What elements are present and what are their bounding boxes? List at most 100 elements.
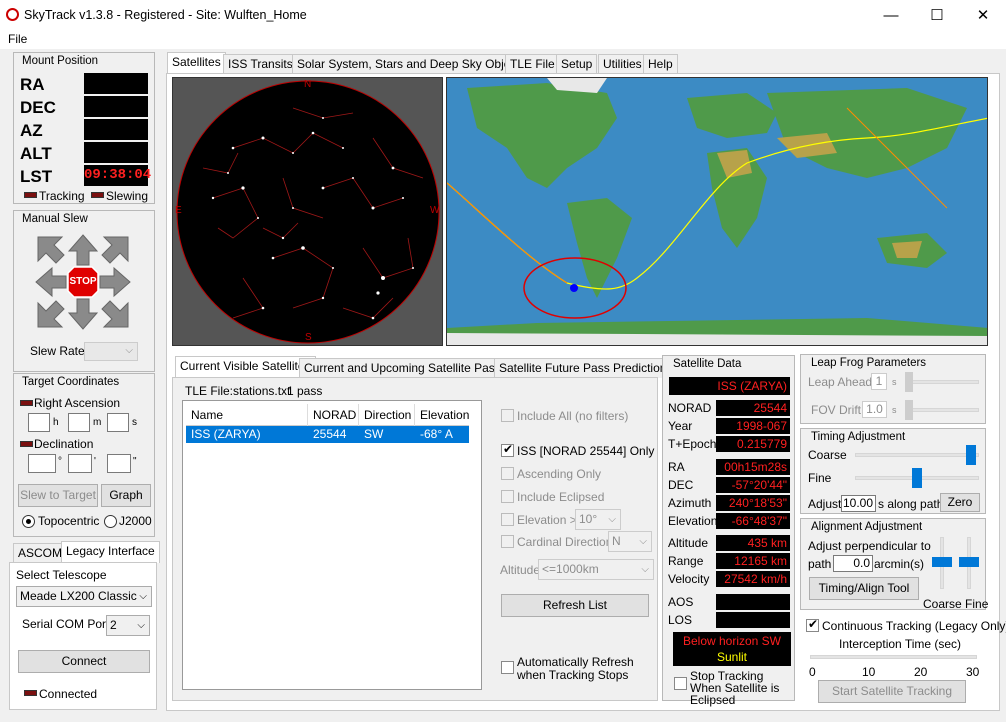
coarse-track: [855, 453, 979, 457]
header-norad[interactable]: NORAD: [313, 408, 356, 422]
visibility-status: Below horizon SW Sunlit: [673, 632, 791, 666]
ra-seconds-input[interactable]: [107, 413, 129, 432]
header-name[interactable]: Name: [191, 408, 223, 422]
com-port-select[interactable]: 2 ⌵: [106, 615, 150, 636]
menu-file[interactable]: File: [8, 32, 27, 46]
leap-ahead-slider[interactable]: [905, 372, 913, 392]
adjust-input[interactable]: 10.00: [841, 495, 876, 512]
telescope-select[interactable]: Meade LX200 Classic ⌵: [16, 586, 152, 607]
app-logo-icon: [6, 8, 19, 21]
connected-label: Connected: [39, 687, 98, 701]
norad-label: NORAD: [668, 401, 712, 415]
stop-button[interactable]: STOP: [67, 276, 99, 287]
interception-time-label: Interception Time (sec): [839, 637, 962, 651]
start-satellite-tracking-button[interactable]: Start Satellite Tracking: [818, 680, 966, 703]
tab-tle-file[interactable]: TLE File: [505, 54, 560, 74]
arrow-n-icon: [67, 234, 99, 266]
timing-align-tool-button[interactable]: Timing/Align Tool: [809, 577, 919, 600]
connect-button[interactable]: Connect: [18, 650, 150, 673]
slew-to-target-button[interactable]: Slew to Target: [18, 484, 98, 507]
graph-button[interactable]: Graph: [101, 484, 151, 507]
header-direction[interactable]: Direction: [364, 408, 411, 422]
adjust-perpendicular-label: Adjust perpendicular to: [808, 539, 931, 553]
iss-only-checkbox[interactable]: ✔: [501, 442, 514, 457]
coarse-slider[interactable]: [965, 445, 976, 465]
tab-future-predictions[interactable]: Satellite Future Pass Predictions: [494, 358, 678, 378]
cardinal-direction-checkbox[interactable]: [501, 535, 514, 548]
azimuth-label: Azimuth: [668, 496, 712, 510]
header-elevation[interactable]: Elevation: [420, 408, 469, 422]
dec-degrees-input[interactable]: [28, 454, 56, 473]
dec-arcsec-input[interactable]: [107, 454, 131, 473]
ra-label: RA: [20, 75, 45, 94]
tab-utilities[interactable]: Utilities: [598, 54, 647, 74]
include-all-checkbox[interactable]: [501, 409, 514, 422]
leap-ahead-unit: s: [892, 377, 897, 387]
path-input[interactable]: 0.0: [833, 555, 873, 572]
elevation-readout: -66°48'37": [716, 513, 790, 529]
tab-current-upcoming[interactable]: Current and Upcoming Satellite Passes: [299, 358, 519, 378]
continuous-tracking-checkbox[interactable]: ✔: [806, 617, 819, 632]
coarse-vertical-slider[interactable]: [932, 557, 952, 567]
refresh-list-button[interactable]: Refresh List: [501, 594, 649, 617]
maximize-button[interactable]: ☐: [914, 4, 960, 28]
legacy-interface-panel: Select Telescope Meade LX200 Classic ⌵ S…: [9, 562, 157, 710]
cardinal-select[interactable]: N ⌵: [608, 531, 652, 552]
fov-drift-label: FOV Drift: [811, 403, 861, 417]
ascending-only-checkbox[interactable]: [501, 467, 514, 480]
ra-hours-input[interactable]: [28, 413, 50, 432]
west-label: W: [430, 205, 440, 216]
tab-satellites[interactable]: Satellites: [167, 52, 226, 74]
group-title: Mount Position: [22, 55, 99, 67]
leap-ahead-label: Leap Ahead: [808, 375, 873, 389]
ra-minutes-input[interactable]: [68, 413, 90, 432]
pass-count-label: 1 pass: [287, 384, 323, 398]
satellite-table: Name NORAD Direction Elevation ISS (ZARY…: [182, 400, 482, 690]
fine-vertical-slider[interactable]: [959, 557, 979, 567]
los-readout: [716, 612, 790, 628]
az-readout: [84, 119, 148, 140]
dec-arcmin-input[interactable]: [68, 454, 92, 473]
table-row[interactable]: ISS (ZARYA) 25544 SW -68° A: [186, 426, 469, 443]
stop-eclipsed-checkbox[interactable]: [674, 677, 687, 690]
world-map[interactable]: [446, 77, 988, 346]
mount-position-group: Mount Position RA DEC AZ ALT LST 09:38:0…: [13, 52, 155, 204]
tab-current-visible[interactable]: Current Visible Satellites: [175, 356, 316, 378]
fov-drift-slider[interactable]: [905, 400, 913, 420]
tracking-led: [24, 192, 37, 198]
cell-name: ISS (ZARYA): [191, 427, 261, 441]
slew-rate-select[interactable]: ⌵: [84, 342, 138, 361]
tab-setup[interactable]: Setup: [556, 54, 598, 74]
topocentric-radio[interactable]: [22, 515, 35, 528]
elevation-select[interactable]: 10° ⌵: [575, 509, 621, 530]
zero-button[interactable]: Zero: [940, 493, 980, 512]
fine-slider[interactable]: [912, 468, 922, 488]
arrow-ne-icon: [101, 236, 129, 264]
altitude-select[interactable]: <=1000km ⌵: [538, 559, 654, 580]
satellite-data-group: Satellite Data ISS (ZARYA) NORAD 25544 Y…: [662, 355, 795, 706]
include-eclipsed-checkbox[interactable]: [501, 490, 514, 503]
elevation-checkbox[interactable]: [501, 513, 514, 526]
j2000-radio[interactable]: [104, 515, 117, 528]
degrees-unit: °: [58, 456, 62, 467]
altitude-label: Altitude: [500, 563, 541, 577]
chevron-down-icon: ⌵: [608, 514, 616, 525]
velocity-readout: 27542 km/h: [716, 571, 790, 587]
tab-help[interactable]: Help: [643, 54, 678, 74]
group-title: Satellite Data: [673, 358, 742, 370]
include-eclipsed-label: Include Eclipsed: [517, 490, 605, 504]
tab-iss-transits[interactable]: ISS Transits: [223, 54, 298, 74]
sky-map[interactable]: N E W S: [172, 77, 443, 346]
leap-ahead-input[interactable]: 1: [871, 373, 887, 390]
t-epoch-readout: 0.215779: [716, 436, 790, 452]
tab-ascom[interactable]: ASCOM: [13, 543, 68, 563]
close-button[interactable]: ✕: [960, 4, 1006, 28]
lst-readout: 09:38:04: [84, 165, 151, 186]
j2000-label: J2000: [119, 514, 152, 528]
auto-refresh-checkbox[interactable]: [501, 661, 514, 674]
fov-drift-input[interactable]: 1.0: [862, 401, 887, 418]
minimize-button[interactable]: —: [868, 4, 914, 28]
tab-legacy-interface[interactable]: Legacy Interface: [61, 541, 160, 563]
fov-drift-unit: s: [892, 405, 897, 415]
tab-solar-system[interactable]: Solar System, Stars and Deep Sky Objects: [292, 54, 531, 74]
